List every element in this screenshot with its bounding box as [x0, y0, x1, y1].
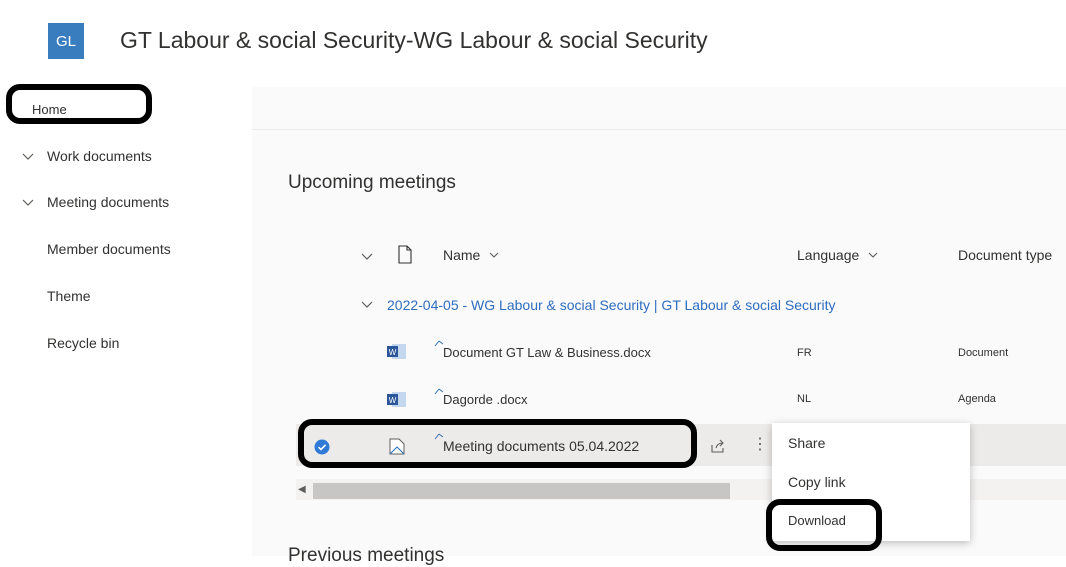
svg-text:W: W — [389, 396, 397, 405]
svg-text:W: W — [389, 348, 397, 357]
nav-item-work-documents[interactable]: Work documents — [0, 146, 250, 184]
group-collapse-chevron-icon[interactable] — [360, 297, 374, 311]
word-icon: W — [387, 343, 407, 360]
row-1-doctype: Document — [958, 347, 1009, 359]
row-1-name[interactable]: Document GT Law & Business.docx — [443, 345, 651, 360]
more-actions-icon[interactable]: ⋮ — [752, 434, 768, 454]
nav-item-label: Theme — [47, 288, 91, 304]
word-icon: W — [387, 391, 407, 408]
row-2-name[interactable]: Dagorde .docx — [443, 392, 528, 407]
nav-item-label: Work documents — [47, 148, 152, 164]
nav-item-label: Meeting documents — [47, 194, 170, 210]
share-icon[interactable] — [710, 439, 726, 454]
chevron-down-icon[interactable] — [20, 194, 36, 210]
nav-item-label: Recycle bin — [47, 335, 120, 351]
nav-item-label: Member documents — [47, 241, 171, 257]
chevron-down-icon[interactable] — [20, 148, 36, 164]
scroll-left-arrow-icon[interactable]: ◀ — [298, 484, 306, 495]
annotation-box-home — [6, 84, 152, 124]
nav-item-member-documents[interactable]: Member documents — [0, 239, 250, 277]
row-1-language: FR — [797, 347, 812, 359]
row-2-doctype: Agenda — [958, 393, 996, 405]
nav-item-recycle-bin[interactable]: Recycle bin — [0, 333, 250, 371]
section-title-upcoming: Upcoming meetings — [288, 172, 456, 193]
nav-item-theme[interactable]: Theme — [0, 286, 250, 324]
annotation-box-download — [766, 499, 882, 551]
annotation-box-selected-row — [298, 419, 697, 468]
sort-chevron-icon — [489, 252, 499, 258]
column-header-document-type[interactable]: Document type — [958, 247, 1052, 263]
file-type-icon — [398, 245, 412, 264]
site-logo[interactable]: GL — [48, 23, 84, 59]
section-title-previous: Previous meetings — [288, 545, 445, 566]
sort-chevron-icon — [868, 252, 878, 258]
collapse-all-chevron-icon[interactable] — [359, 248, 375, 264]
group-header-link[interactable]: 2022-04-05 - WG Labour & social Security… — [387, 297, 835, 313]
nav-item-meeting-documents[interactable]: Meeting documents — [0, 192, 250, 230]
column-header-name[interactable]: Name — [443, 247, 500, 263]
site-title[interactable]: GT Labour & social Security-WG Labour & … — [120, 27, 708, 54]
command-bar — [252, 87, 1066, 130]
menu-item-copy-link[interactable]: Copy link — [788, 474, 846, 490]
column-language-label: Language — [797, 247, 860, 263]
column-header-language[interactable]: Language — [797, 247, 879, 263]
scrollbar-thumb[interactable] — [313, 483, 730, 499]
column-name-label: Name — [443, 247, 481, 263]
row-2-language: NL — [797, 393, 812, 405]
menu-item-share[interactable]: Share — [788, 435, 825, 451]
